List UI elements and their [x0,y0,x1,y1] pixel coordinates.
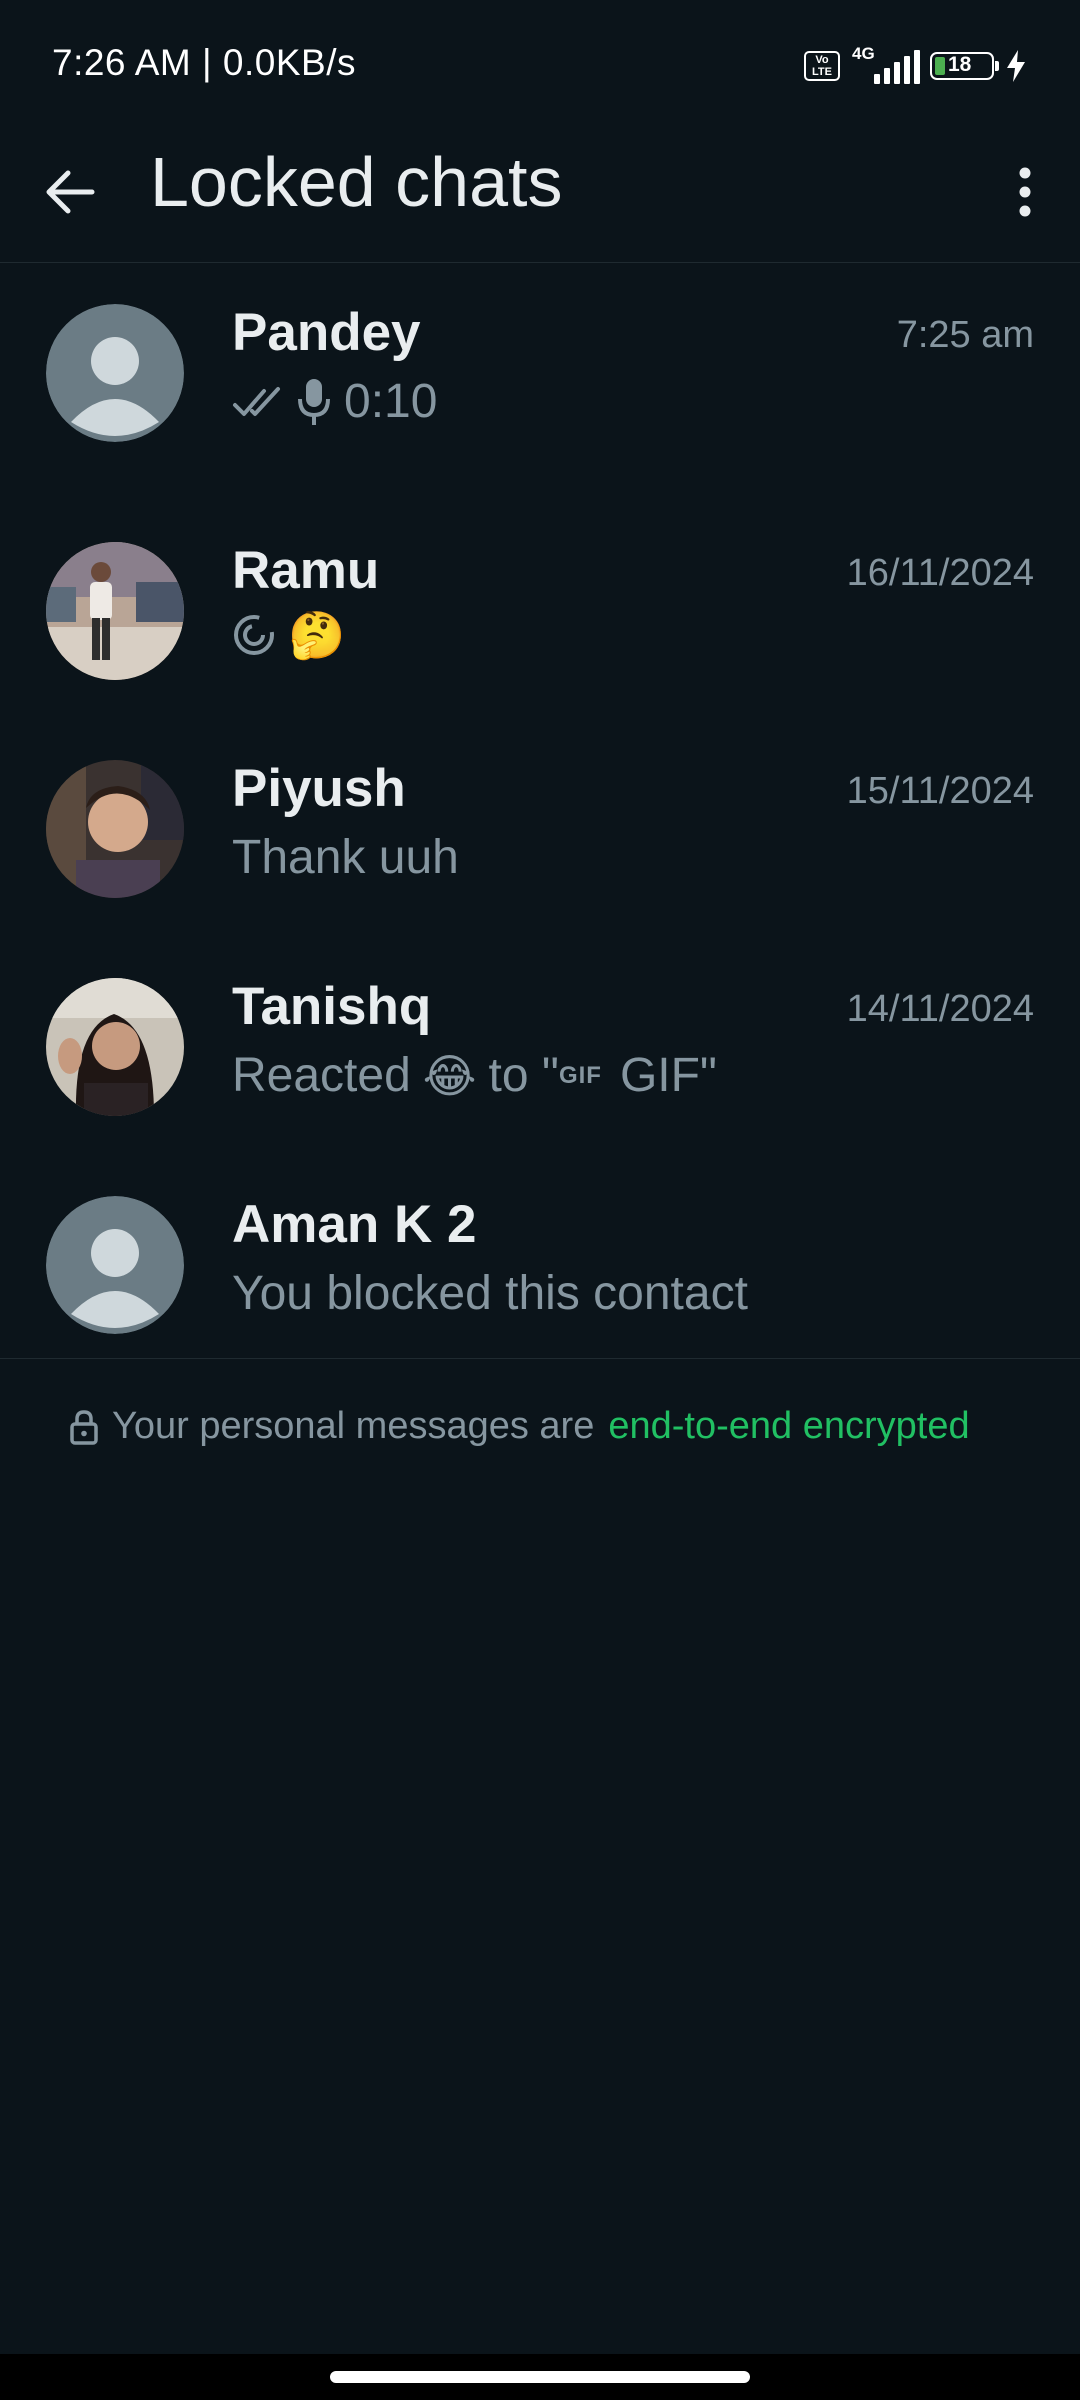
gif-icon: GIF [558,1061,602,1089]
chat-preview: 🤔 [232,612,345,658]
arrow-left-icon [46,170,95,214]
lock-icon [70,1409,98,1445]
more-vert-icon [1019,167,1031,217]
encryption-note: Your personal messages are end-to-end en… [70,1405,970,1448]
avatar[interactable] [46,760,184,898]
chat-time: 16/11/2024 [846,552,1034,594]
chat-name: Tanishq [232,977,432,1036]
signal-icon: 4G [850,44,920,84]
profile-photo [46,542,184,680]
chat-preview: Thank uuh [232,830,459,885]
encryption-text: Your personal messages are [112,1405,595,1447]
back-button[interactable] [30,152,110,232]
chat-time: 7:25 am [896,314,1034,356]
preview-text: You blocked this contact [232,1267,748,1320]
volte-icon: Vo LTE [804,51,840,81]
microphone-icon [298,378,330,425]
preview-text: 0:10 [344,375,438,428]
preview-text-before: Reacted [232,1049,411,1102]
battery-icon: 18 [930,52,999,80]
double-check-icon [233,386,280,416]
home-indicator[interactable] [330,2371,750,2383]
chat-preview: You blocked this contact [232,1266,748,1321]
chat-name: Aman K 2 [232,1195,477,1254]
avatar[interactable] [46,1196,184,1334]
avatar[interactable] [46,304,184,442]
avatar[interactable] [46,978,184,1116]
charging-icon [1007,50,1025,82]
chat-time: 14/11/2024 [846,988,1034,1030]
chat-name: Piyush [232,759,406,818]
chat-row-tanishq[interactable]: Tanishq 14/11/2024 Reacted 😂 to " GIF GI… [0,938,1080,1156]
status-time: 7:26 AM | 0.0KB/s [52,42,356,83]
network-type-label: 4G [852,44,875,63]
default-avatar-icon [46,1196,184,1334]
chat-name: Ramu [232,541,380,600]
chat-list: Pandey 7:25 am 0:10 Ramu 16/11/2024 🤔 Pi… [0,262,1080,1374]
chat-preview: Reacted 😂 to " GIF GIF" [232,1048,717,1103]
battery-level: 18 [948,53,972,76]
chat-row-ramu[interactable]: Ramu 16/11/2024 🤔 [0,502,1080,720]
status-icons: Vo LTE 4G 18 [804,44,1028,86]
preview-emoji: 🤔 [288,609,346,661]
chat-row-aman-k-2[interactable]: Aman K 2 You blocked this contact [0,1156,1080,1374]
chat-time: 15/11/2024 [846,770,1034,812]
status-bar: 7:26 AM | 0.0KB/s Vo LTE 4G 18 [0,0,1080,130]
chat-row-pandey[interactable]: Pandey 7:25 am 0:10 [0,262,1080,502]
more-options-button[interactable] [990,152,1060,232]
app-bar: Locked chats [0,130,1080,263]
encryption-link[interactable]: end-to-end encrypted [608,1405,969,1448]
default-avatar-icon [46,304,184,442]
profile-photo [46,978,184,1116]
chat-row-piyush[interactable]: Piyush 15/11/2024 Thank uuh [0,720,1080,938]
chat-name: Pandey [232,303,421,362]
view-once-icon [234,615,274,655]
avatar[interactable] [46,542,184,680]
list-divider [0,1358,1080,1359]
profile-photo [46,760,184,898]
navigation-bar [0,2354,1080,2400]
preview-emoji: 😂 [422,1049,477,1102]
page-title: Locked chats [150,143,563,221]
chat-preview: 0:10 [232,374,437,429]
preview-text: Thank uuh [232,831,459,884]
preview-text-mid: to " [488,1049,559,1102]
preview-text-after: GIF" [619,1049,717,1102]
